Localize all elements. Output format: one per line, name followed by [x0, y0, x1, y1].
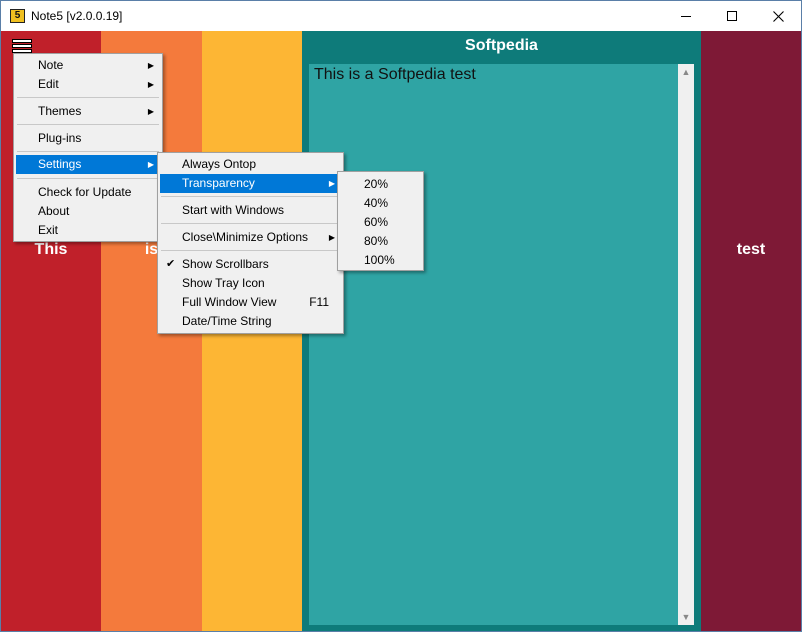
- menu-separator: [161, 196, 340, 197]
- shortcut-label: F11: [309, 295, 329, 309]
- note-title: Softpedia: [465, 37, 538, 54]
- main-menu: Note ▶ Edit ▶ Themes ▶ Plug-ins Settings ▶ C…: [13, 53, 163, 242]
- window-title: Note5 [v2.0.0.19]: [31, 9, 123, 23]
- submenu-arrow-icon: ▶: [147, 80, 154, 89]
- menu-item-transparency-80[interactable]: 80%: [340, 232, 421, 251]
- app-window: 5 Note5 [v2.0.0.19] This is Softpedia Th…: [0, 0, 802, 632]
- submenu-arrow-icon: ▶: [328, 179, 335, 188]
- menu-item-check-update[interactable]: Check for Update: [16, 183, 160, 202]
- title-bar[interactable]: 5 Note5 [v2.0.0.19]: [1, 1, 801, 31]
- menu-item-transparency-20[interactable]: 20%: [340, 175, 421, 194]
- menu-item-transparency[interactable]: Transparency ▶: [160, 174, 341, 193]
- scroll-down-icon[interactable]: ▼: [678, 609, 694, 625]
- app-icon: 5: [10, 9, 25, 23]
- maximize-button[interactable]: [709, 1, 755, 31]
- minimize-button[interactable]: [663, 1, 709, 31]
- close-button[interactable]: [755, 1, 801, 31]
- menu-separator: [17, 178, 159, 179]
- menu-item-about[interactable]: About: [16, 202, 160, 221]
- menu-item-full-window-view[interactable]: Full Window View F11: [160, 293, 341, 312]
- note-text-area[interactable]: This is a Softpedia test ▲ ▼: [309, 64, 694, 625]
- menu-separator: [161, 223, 340, 224]
- column-label: test: [736, 241, 766, 258]
- note-text: This is a Softpedia test: [314, 66, 476, 83]
- transparency-submenu: 20% 40% 60% 80% 100%: [337, 171, 424, 271]
- menu-separator: [17, 151, 159, 152]
- note-column-5[interactable]: test: [701, 31, 801, 631]
- minimize-icon: [681, 15, 691, 17]
- close-icon: [772, 10, 784, 22]
- submenu-arrow-icon: ▶: [147, 61, 154, 70]
- menu-separator: [161, 250, 340, 251]
- menu-item-datetime-string[interactable]: Date/Time String: [160, 312, 341, 331]
- vertical-scrollbar[interactable]: ▲ ▼: [678, 64, 694, 625]
- submenu-arrow-icon: ▶: [147, 160, 154, 169]
- hamburger-menu-icon[interactable]: [13, 39, 31, 53]
- menu-item-show-tray-icon[interactable]: Show Tray Icon: [160, 274, 341, 293]
- column-label: This: [34, 241, 68, 258]
- checkmark-icon: ✔: [166, 258, 176, 270]
- menu-separator: [17, 124, 159, 125]
- menu-item-transparency-100[interactable]: 100%: [340, 251, 421, 270]
- menu-item-start-with-windows[interactable]: Start with Windows: [160, 201, 341, 220]
- submenu-arrow-icon: ▶: [147, 107, 154, 116]
- menu-separator: [17, 97, 159, 98]
- menu-item-edit[interactable]: Edit ▶: [16, 75, 160, 94]
- menu-item-plugins[interactable]: Plug-ins: [16, 129, 160, 148]
- settings-submenu: Always Ontop Transparency ▶ Start with Wi…: [157, 152, 344, 334]
- menu-item-show-scrollbars[interactable]: ✔ Show Scrollbars: [160, 255, 341, 274]
- menu-item-note[interactable]: Note ▶: [16, 56, 160, 75]
- menu-item-exit[interactable]: Exit: [16, 221, 160, 240]
- menu-item-transparency-40[interactable]: 40%: [340, 194, 421, 213]
- note-column-4[interactable]: Softpedia This is a Softpedia test ▲ ▼: [302, 31, 701, 631]
- maximize-icon: [727, 11, 737, 21]
- scroll-up-icon[interactable]: ▲: [678, 64, 694, 80]
- menu-item-close-minimize-options[interactable]: Close\Minimize Options ▶: [160, 228, 341, 247]
- menu-item-settings[interactable]: Settings ▶: [16, 155, 160, 174]
- menu-item-always-ontop[interactable]: Always Ontop: [160, 155, 341, 174]
- menu-item-transparency-60[interactable]: 60%: [340, 213, 421, 232]
- submenu-arrow-icon: ▶: [328, 233, 335, 242]
- menu-item-themes[interactable]: Themes ▶: [16, 102, 160, 121]
